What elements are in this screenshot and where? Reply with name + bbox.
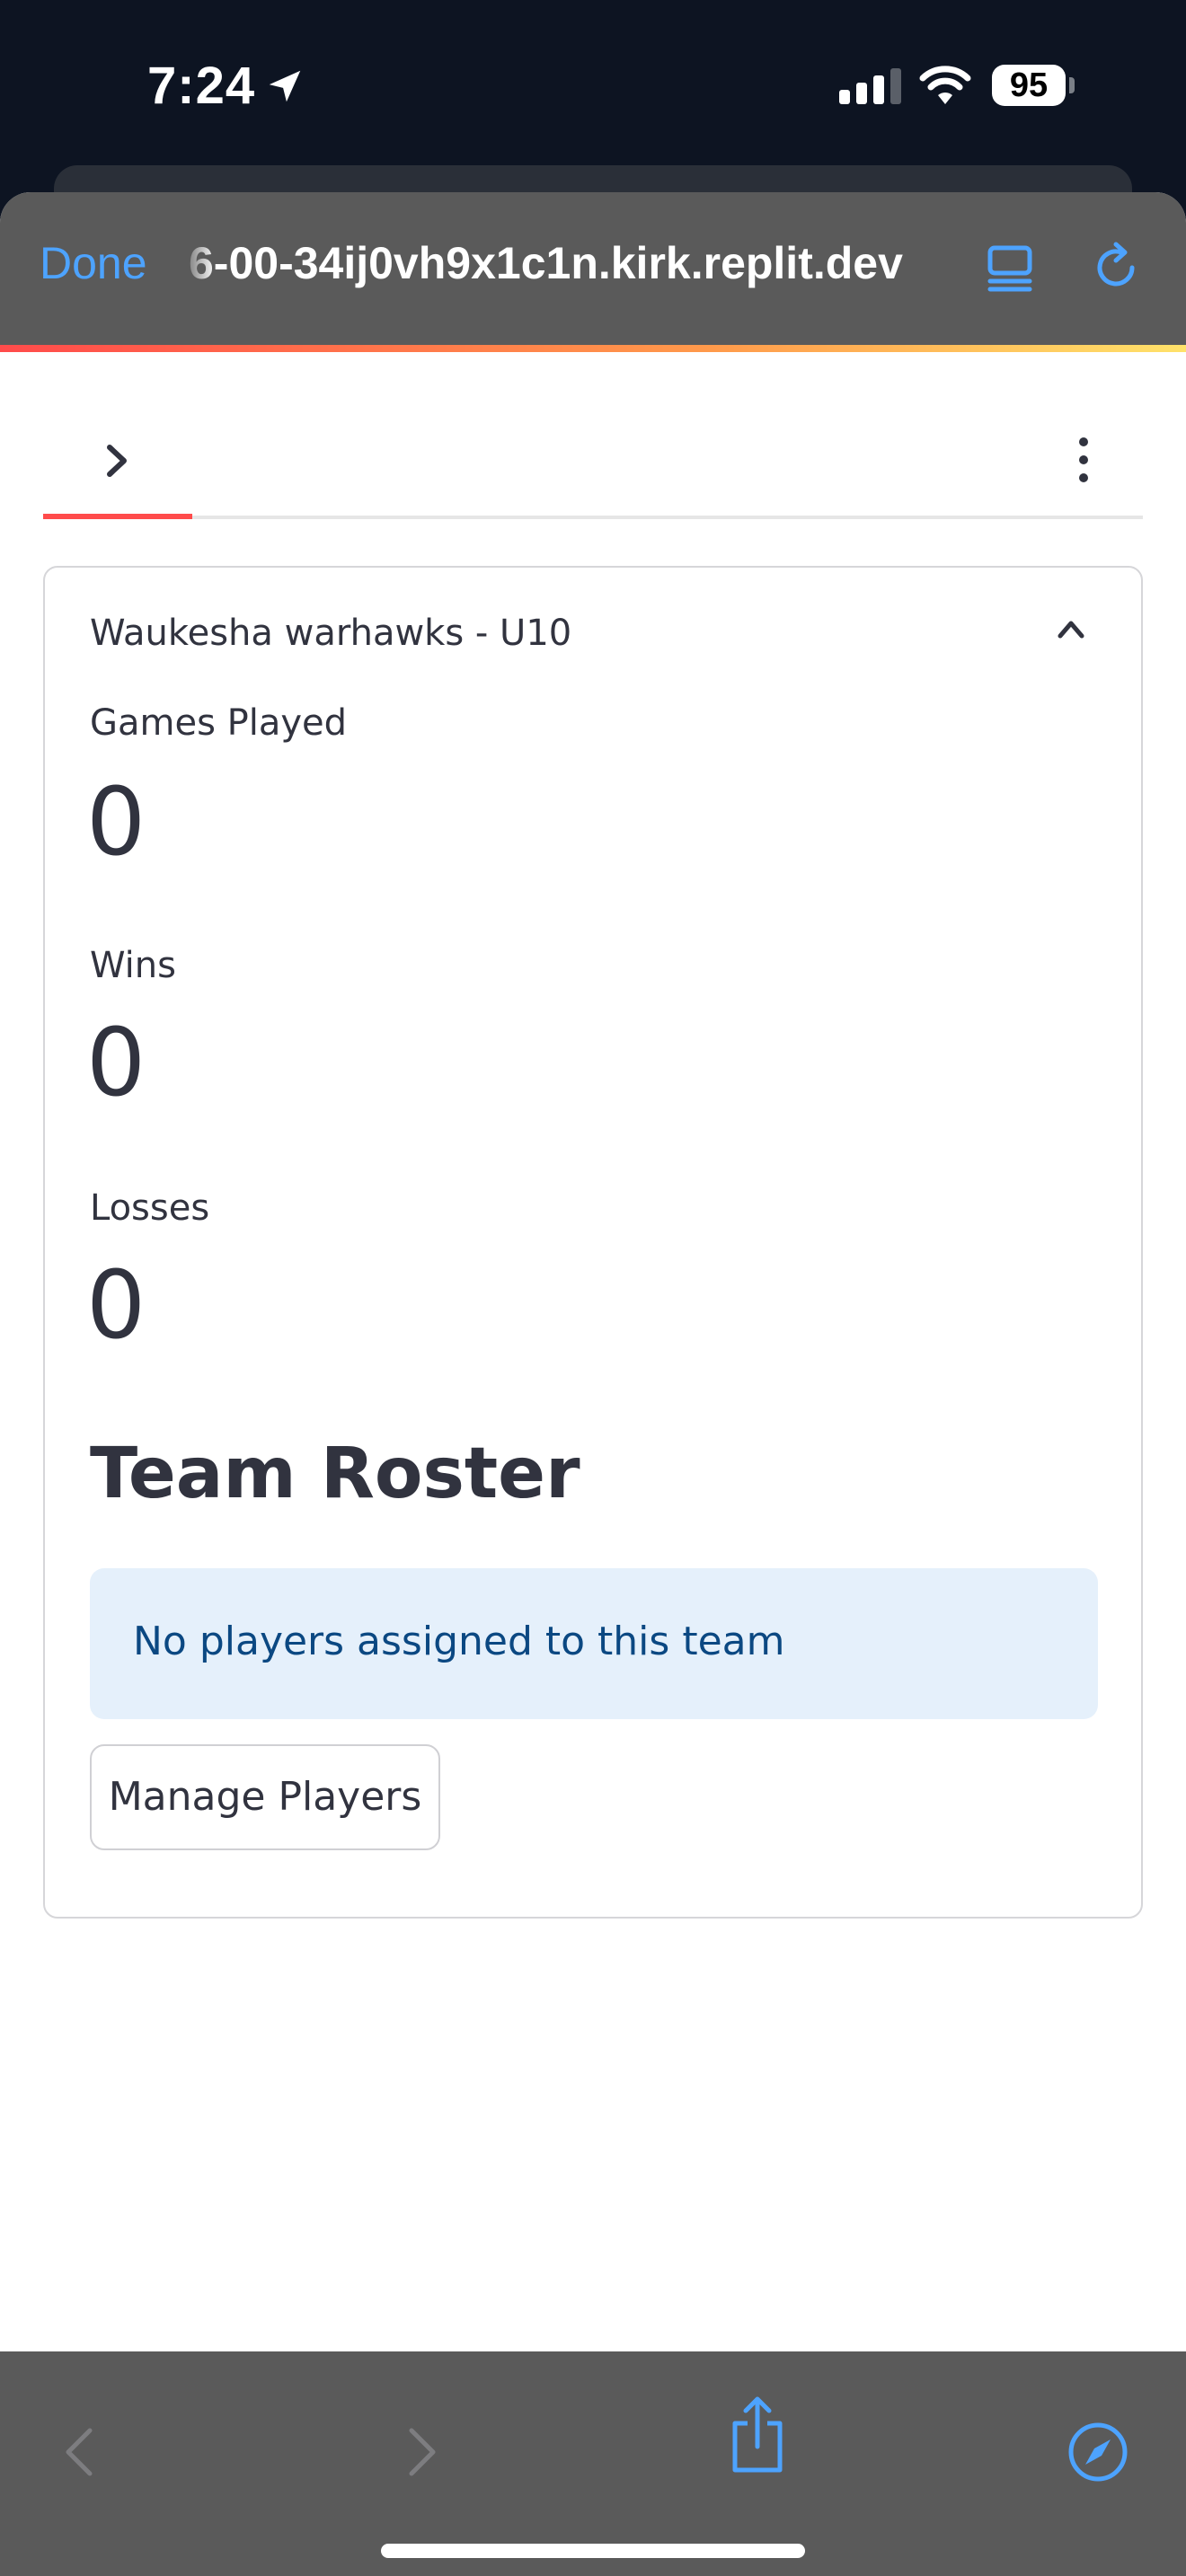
- browser-sheet: Done 6-00-34ij0vh9x1c1n.kirk.replit.dev …: [0, 192, 1186, 2576]
- status-time: 7:24: [147, 56, 305, 116]
- location-arrow-icon: [269, 70, 301, 101]
- browser-nav-bar: Done 6-00-34ij0vh9x1c1n.kirk.replit.dev: [0, 192, 1186, 345]
- more-vertical-icon[interactable]: [1075, 433, 1093, 487]
- chevron-up-icon[interactable]: [1053, 614, 1089, 641]
- back-arrow-icon[interactable]: [59, 2423, 99, 2481]
- page-load-progress: [0, 345, 1186, 352]
- chevron-right-icon[interactable]: [99, 438, 135, 483]
- share-icon[interactable]: [728, 2395, 787, 2475]
- team-roster-heading: Team Roster: [90, 1434, 580, 1514]
- forward-arrow-icon[interactable]: [403, 2423, 442, 2481]
- wifi-icon: [919, 66, 971, 104]
- tabs-icon[interactable]: [985, 243, 1035, 293]
- metric-label-wins: Wins: [90, 945, 176, 986]
- time-text: 7:24: [147, 57, 256, 115]
- home-indicator: [381, 2544, 805, 2558]
- active-tab-indicator: [43, 514, 192, 519]
- url-field[interactable]: 6-00-34ij0vh9x1c1n.kirk.replit.dev: [189, 237, 952, 289]
- info-alert-text: No players assigned to this team: [133, 1619, 785, 1664]
- battery-icon: 95: [992, 65, 1066, 106]
- page-content: Waukesha warhawks - U10 Games Played 0 W…: [0, 352, 1186, 2544]
- browser-toolbar: [0, 2351, 1186, 2576]
- reload-icon[interactable]: [1089, 241, 1143, 295]
- cellular-signal-icon: [839, 68, 901, 104]
- battery-level: 95: [1009, 66, 1049, 104]
- info-alert: No players assigned to this team: [90, 1568, 1098, 1719]
- tab-underline: [43, 516, 1143, 519]
- url-fade: [180, 228, 216, 300]
- metric-label-games-played: Games Played: [90, 702, 348, 744]
- metric-value-losses: 0: [86, 1250, 146, 1360]
- status-bar: 7:24 95: [0, 0, 1186, 180]
- done-button[interactable]: Done: [40, 237, 147, 289]
- expander-title[interactable]: Waukesha warhawks - U10: [90, 613, 571, 654]
- metric-label-losses: Losses: [90, 1187, 210, 1229]
- compass-icon[interactable]: [1067, 2422, 1128, 2483]
- metric-value-games-played: 0: [86, 767, 146, 877]
- battery-tip: [1069, 77, 1075, 93]
- manage-players-button[interactable]: Manage Players: [90, 1744, 440, 1850]
- metric-value-wins: 0: [86, 1008, 146, 1117]
- team-expander: Waukesha warhawks - U10 Games Played 0 W…: [43, 566, 1143, 1919]
